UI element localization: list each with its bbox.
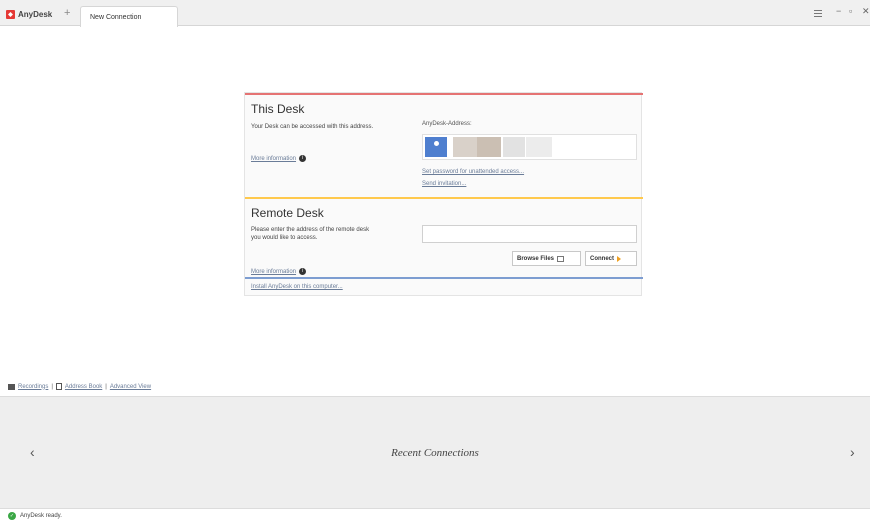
anydesk-logo-icon bbox=[6, 9, 15, 19]
remote-address-input[interactable] bbox=[422, 225, 637, 243]
browse-files-label: Browse Files bbox=[517, 255, 555, 262]
connect-label: Connect bbox=[590, 255, 614, 262]
new-tab-button[interactable]: + bbox=[64, 8, 70, 19]
info-icon: i bbox=[299, 155, 307, 162]
status-text: AnyDesk ready. bbox=[20, 513, 62, 519]
app-name: AnyDesk bbox=[18, 9, 53, 19]
this-desk-description: Your Desk can be accessed with this addr… bbox=[251, 124, 374, 130]
recordings-link[interactable]: Recordings bbox=[18, 384, 48, 390]
send-invitation-link[interactable]: Send invitation... bbox=[422, 181, 466, 187]
tab-new-connection[interactable]: New Connection bbox=[80, 6, 178, 27]
address-book-link[interactable]: Address Book bbox=[65, 384, 102, 390]
minimize-button[interactable]: − bbox=[836, 6, 841, 16]
this-desk-title: This Desk bbox=[251, 102, 305, 116]
check-icon: ✓ bbox=[8, 512, 16, 520]
file-transfer-icon bbox=[557, 255, 565, 262]
connect-button[interactable]: Connect bbox=[585, 251, 637, 266]
play-arrow-icon bbox=[617, 255, 621, 262]
remote-desk-more-info[interactable]: More information i bbox=[251, 268, 307, 276]
this-desk-more-info[interactable]: More information i bbox=[251, 155, 307, 163]
install-section: Install AnyDesk on this computer... bbox=[245, 277, 643, 297]
browse-files-button[interactable]: Browse Files bbox=[512, 251, 581, 266]
status-bar: ✓ AnyDesk ready. bbox=[8, 512, 62, 520]
separator: | bbox=[105, 383, 107, 390]
info-icon: i bbox=[299, 268, 307, 275]
address-redacted-block bbox=[453, 137, 477, 157]
anydesk-logo[interactable]: AnyDesk bbox=[6, 8, 52, 20]
avatar bbox=[425, 137, 447, 157]
bottom-nav: Recordings | Address Book | Advanced Vie… bbox=[8, 383, 151, 390]
close-button[interactable]: ✕ bbox=[862, 6, 870, 17]
address-redacted-block bbox=[526, 137, 552, 157]
remote-desk-description-line2: you would like to access. bbox=[251, 235, 318, 241]
address-redacted-block bbox=[503, 137, 525, 157]
anydesk-address-field[interactable] bbox=[422, 134, 637, 160]
remote-desk-description-line1: Please enter the address of the remote d… bbox=[251, 227, 370, 233]
title-bar: AnyDesk + New Connection − ▫ ✕ bbox=[0, 0, 870, 27]
address-redacted-block bbox=[477, 137, 501, 157]
remote-desk-title: Remote Desk bbox=[251, 206, 324, 220]
advanced-view-link[interactable]: Advanced View bbox=[110, 384, 151, 390]
this-desk-section: This Desk Your Desk can be accessed with… bbox=[245, 93, 643, 199]
recent-connections-panel: ‹ Recent Connections › bbox=[0, 396, 870, 509]
user-icon bbox=[433, 141, 439, 146]
recent-connections-title: Recent Connections bbox=[391, 447, 479, 459]
more-info-label: More information bbox=[251, 269, 297, 276]
restore-button[interactable]: ▫ bbox=[849, 6, 852, 16]
remote-desk-section: Remote Desk Please enter the address of … bbox=[245, 197, 643, 277]
connection-panel: This Desk Your Desk can be accessed with… bbox=[244, 92, 643, 297]
chevron-right-icon[interactable]: › bbox=[850, 444, 855, 460]
hamburger-menu-icon[interactable] bbox=[814, 10, 822, 17]
more-info-label: More information bbox=[251, 156, 297, 163]
install-anydesk-link[interactable]: Install AnyDesk on this computer... bbox=[251, 284, 343, 290]
address-book-icon bbox=[55, 383, 62, 390]
set-password-link[interactable]: Set password for unattended access... bbox=[422, 169, 524, 175]
separator: | bbox=[51, 383, 53, 390]
anydesk-address-label: AnyDesk-Address: bbox=[422, 121, 472, 127]
recordings-icon bbox=[8, 383, 15, 390]
